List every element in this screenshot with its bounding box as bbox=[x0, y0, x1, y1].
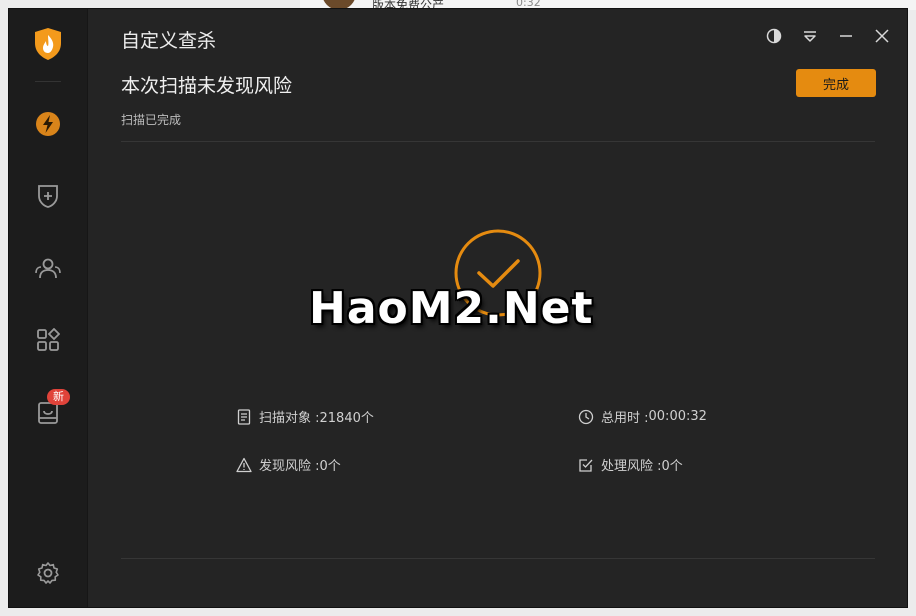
window-controls bbox=[763, 25, 893, 47]
sidebar-item-settings[interactable] bbox=[29, 554, 67, 592]
sidebar-item-apps[interactable] bbox=[29, 321, 67, 359]
users-icon bbox=[35, 258, 61, 279]
stat-scanned-label: 扫描对象 : bbox=[259, 411, 320, 426]
stat-duration: 总用时 : 00:00:32 bbox=[577, 407, 707, 426]
footer-divider bbox=[121, 558, 875, 559]
watermark-text: HaoM2.Net bbox=[309, 283, 594, 334]
stat-risks: 发现风险 : 0个 bbox=[235, 455, 341, 474]
sidebar: 新 bbox=[9, 9, 88, 607]
close-button[interactable] bbox=[871, 25, 893, 47]
header-divider bbox=[121, 141, 875, 142]
document-icon bbox=[235, 408, 253, 426]
menu-icon bbox=[804, 31, 816, 42]
close-icon bbox=[875, 29, 889, 43]
sidebar-item-users[interactable] bbox=[29, 249, 67, 287]
stat-scanned: 扫描对象 : 21840个 bbox=[235, 407, 374, 426]
checkbox-icon bbox=[577, 456, 595, 474]
theme-icon bbox=[766, 28, 782, 44]
apps-icon bbox=[37, 328, 60, 351]
sidebar-item-speedup[interactable] bbox=[29, 105, 67, 143]
theme-button[interactable] bbox=[763, 25, 785, 47]
lightning-icon bbox=[36, 112, 60, 136]
app-logo bbox=[29, 25, 67, 63]
stat-handled-label: 处理风险 : bbox=[601, 459, 662, 474]
shield-plus-icon bbox=[38, 185, 58, 208]
window-title: 自定义查杀 bbox=[121, 30, 217, 52]
minimize-icon bbox=[840, 35, 852, 37]
stat-handled-value: 0个 bbox=[661, 459, 683, 474]
warning-icon bbox=[235, 456, 253, 474]
stat-handled: 处理风险 : 0个 bbox=[577, 455, 683, 474]
done-button[interactable]: 完成 bbox=[796, 69, 876, 97]
stat-duration-label: 总用时 : bbox=[601, 411, 649, 426]
minimize-button[interactable] bbox=[835, 25, 857, 47]
menu-button[interactable] bbox=[799, 25, 821, 47]
new-badge: 新 bbox=[47, 389, 70, 405]
flame-shield-icon bbox=[35, 28, 61, 60]
stat-risks-label: 发现风险 : bbox=[259, 459, 320, 474]
app-window: 新 自定义查杀 本次扫描未发现风险 扫描已完成 完成 HaoM2.Net 扫描对… bbox=[8, 8, 908, 608]
clock-icon bbox=[577, 408, 595, 426]
stat-scanned-value: 21840个 bbox=[319, 411, 374, 426]
sidebar-divider bbox=[35, 81, 61, 82]
scan-status-text: 扫描已完成 bbox=[121, 113, 182, 127]
gear-icon bbox=[37, 562, 59, 584]
stat-risks-value: 0个 bbox=[319, 459, 341, 474]
scan-result-headline: 本次扫描未发现风险 bbox=[121, 75, 293, 97]
sidebar-item-protection[interactable] bbox=[29, 177, 67, 215]
stat-duration-value: 00:00:32 bbox=[648, 409, 707, 424]
